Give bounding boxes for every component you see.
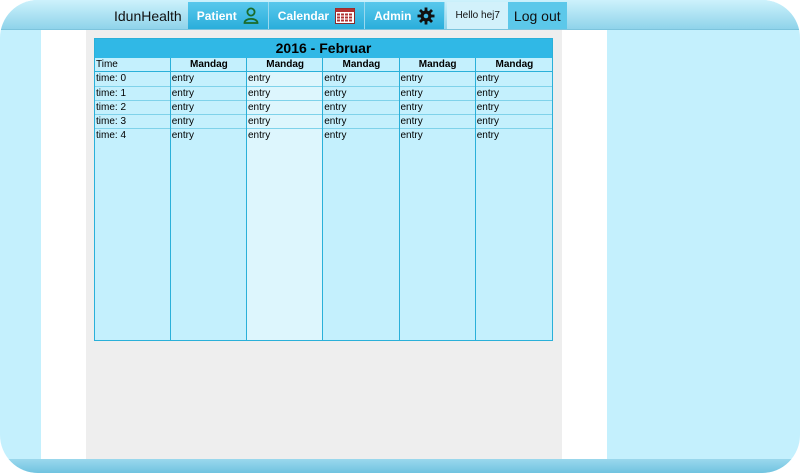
greeting-text: Hello hej7 xyxy=(447,2,508,29)
calendar-grid-icon xyxy=(335,7,356,24)
calendar-entry[interactable]: entry xyxy=(170,72,246,87)
brand-logo[interactable]: IdunHealth xyxy=(108,2,188,29)
nav-patient-label: Patient xyxy=(196,8,237,23)
calendar-entry[interactable]: entry xyxy=(399,100,475,116)
calendar-title: 2016 - Februar xyxy=(95,39,552,58)
time-label: time: 4 xyxy=(96,130,127,142)
day-column: Mandag entry entry entry entry entry xyxy=(475,58,552,340)
day-column: Mandag entry entry entry entry entry xyxy=(170,58,247,340)
calendar-entry[interactable]: entry xyxy=(323,100,399,116)
nav-admin-button[interactable]: Admin xyxy=(365,2,446,29)
nav-patient-button[interactable]: Patient xyxy=(187,2,269,29)
calendar-entry[interactable]: entry xyxy=(475,72,552,87)
calendar-entry[interactable]: entry xyxy=(475,86,552,101)
time-label: time: 1 xyxy=(95,87,170,101)
calendar-entry[interactable]: entry xyxy=(475,100,552,116)
calendar-table: 2016 - Februar Time time: 0 time: 1 time… xyxy=(94,38,553,341)
day-column: Mandag entry entry entry entry entry xyxy=(399,58,476,340)
calendar-entry[interactable]: entry xyxy=(323,129,399,144)
calendar-entry[interactable]: entry xyxy=(170,115,246,130)
calendar-entry[interactable]: entry xyxy=(247,100,323,116)
nav-calendar-label: Calendar xyxy=(277,8,330,23)
time-label: time: 2 xyxy=(95,101,170,116)
time-label: time: 0 xyxy=(95,72,170,87)
logout-button[interactable]: Log out xyxy=(507,2,567,29)
day-header: Mandag xyxy=(475,58,552,73)
calendar-grid: Time time: 0 time: 1 time: 2 time: 3 tim… xyxy=(95,58,552,340)
time-column: Time time: 0 time: 1 time: 2 time: 3 tim… xyxy=(95,58,171,340)
calendar-entry[interactable]: entry xyxy=(399,129,475,144)
gear-icon xyxy=(417,7,435,25)
day-header: Mandag xyxy=(170,58,246,73)
day-header: Mandag xyxy=(247,58,323,73)
calendar-entry[interactable]: entry xyxy=(399,86,475,101)
calendar-entry[interactable]: entry xyxy=(475,129,552,144)
calendar-entry[interactable]: entry xyxy=(170,100,246,116)
calendar-entry[interactable]: entry xyxy=(323,86,399,101)
nav-calendar-button[interactable]: Calendar xyxy=(268,2,366,29)
calendar-entry[interactable]: entry xyxy=(170,129,246,144)
calendar-entry[interactable]: entry xyxy=(247,86,323,101)
calendar-entry[interactable]: entry xyxy=(399,115,475,130)
calendar-entry[interactable]: entry xyxy=(323,115,399,130)
day-header: Mandag xyxy=(399,58,475,73)
time-header: Time xyxy=(95,58,170,73)
bottom-bar xyxy=(0,459,800,473)
app-frame: IdunHealth Patient Calendar Admin Hello … xyxy=(0,0,800,473)
day-column: Mandag entry entry entry entry entry xyxy=(247,58,324,340)
calendar-entry[interactable]: entry xyxy=(247,72,323,87)
calendar-entry[interactable]: entry xyxy=(399,72,475,87)
day-header: Mandag xyxy=(323,58,399,73)
person-outline-icon xyxy=(243,7,259,24)
calendar-entry[interactable]: entry xyxy=(247,115,323,130)
time-label: time: 3 xyxy=(95,115,170,130)
nav-admin-label: Admin xyxy=(374,8,412,23)
calendar-entry[interactable]: entry xyxy=(247,129,323,144)
calendar-entry[interactable]: entry xyxy=(170,86,246,101)
calendar-entry[interactable]: entry xyxy=(475,115,552,130)
calendar-entry[interactable]: entry xyxy=(323,72,399,87)
day-column: Mandag entry entry entry entry entry xyxy=(323,58,400,340)
main-nav: IdunHealth Patient Calendar Admin Hello … xyxy=(108,2,567,29)
